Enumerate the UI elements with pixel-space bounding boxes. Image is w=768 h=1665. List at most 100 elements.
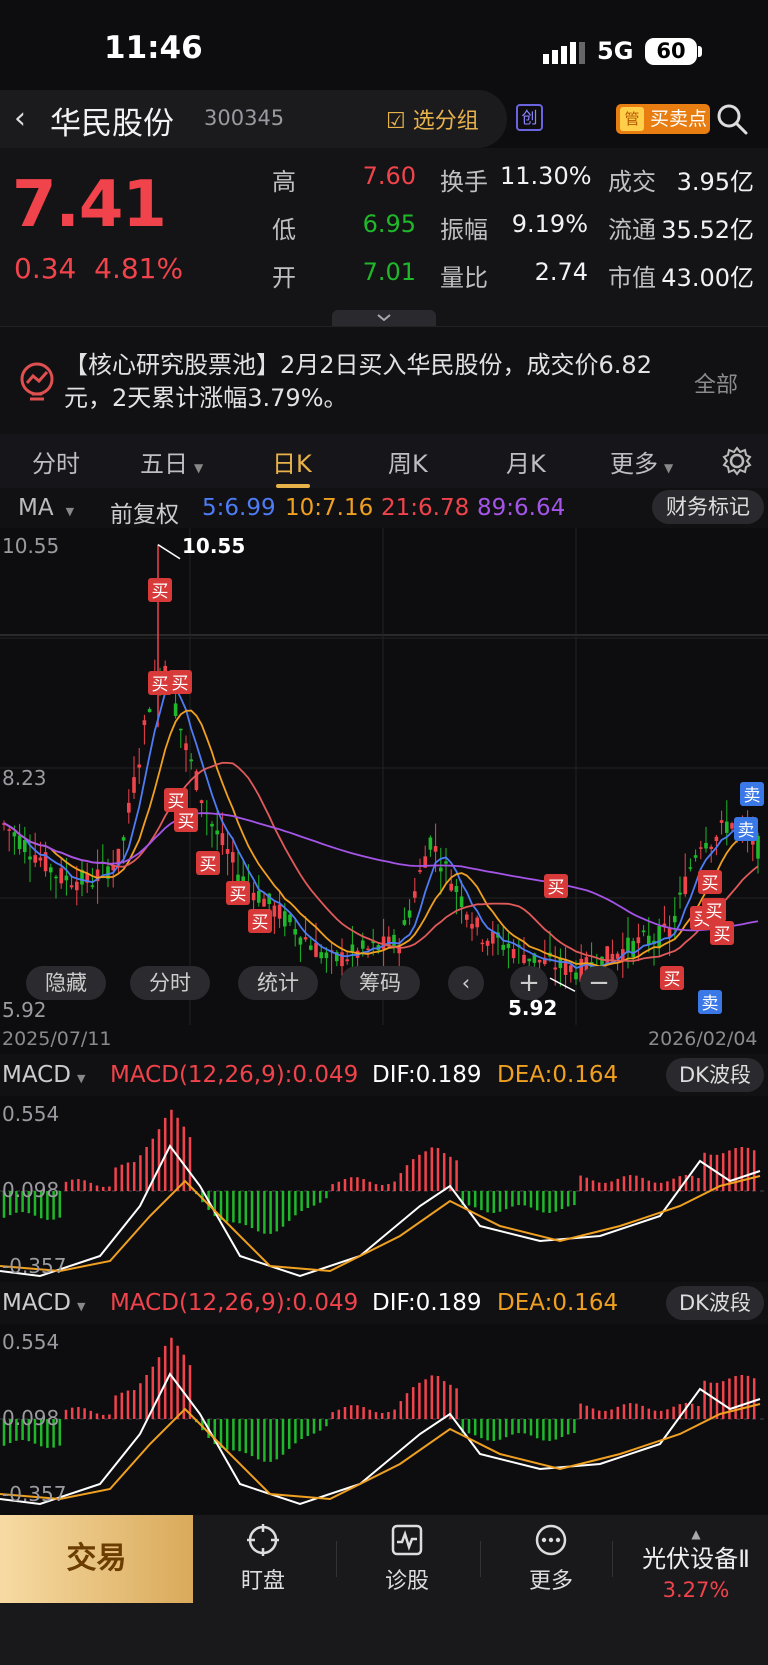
scroll-left-icon[interactable]: ‹ — [448, 966, 484, 1000]
kline-chart[interactable]: 买买买买买买买买买买买买买买卖卖卖 — [0, 528, 768, 1025]
candle-body — [64, 875, 69, 881]
candle-body — [449, 883, 453, 891]
candle-body — [28, 856, 32, 860]
watch-button[interactable]: 盯盘 — [208, 1523, 318, 1595]
statistics-button[interactable]: 统计 — [238, 966, 318, 1000]
buy-marker: 买 — [226, 881, 250, 905]
news-text: 【核心研究股票池】2月2日买入华民股份，成交价6.82元，2天累计涨幅3.79%… — [64, 351, 652, 412]
quote-label: 换手 — [440, 168, 488, 196]
buy-marker-label: 买 — [152, 675, 169, 695]
candle-body — [199, 800, 204, 804]
tab-more[interactable]: 更多 ▼ — [610, 444, 673, 479]
expand-chevron-icon[interactable] — [332, 310, 436, 326]
news-all-link[interactable]: 全部 — [694, 367, 738, 399]
tab-daily-k[interactable]: 日K — [272, 444, 312, 479]
select-group-button[interactable]: ☑ 选分组 — [386, 103, 479, 135]
hide-button[interactable]: 隐藏 — [26, 966, 106, 1000]
trade-button[interactable]: 交易 — [0, 1515, 193, 1603]
more-button[interactable]: 更多 — [496, 1523, 606, 1595]
candle-body — [465, 914, 469, 920]
tab-intraday[interactable]: 分时 — [32, 444, 80, 479]
sector-button[interactable]: ▲ 光伏设备Ⅱ 3.27% — [624, 1528, 768, 1602]
tab-more-label: 更多 — [610, 450, 658, 478]
candle-body — [132, 777, 136, 793]
gear-icon[interactable] — [722, 446, 752, 476]
dk-band-button-2[interactable]: DK波段 — [666, 1286, 764, 1320]
adjust-mode[interactable]: 前复权 — [110, 495, 179, 529]
buy-marker: 买 — [196, 851, 220, 875]
diagnose-button[interactable]: 诊股 — [352, 1523, 462, 1595]
checkbox-icon: ☑ — [386, 109, 406, 134]
zoom-out-icon[interactable]: − — [580, 966, 618, 1000]
buy-marker-label: 买 — [152, 582, 169, 602]
candle-body — [23, 840, 27, 853]
macd2-y-bottom: -0.357 — [2, 1482, 67, 1506]
candle-body — [730, 823, 734, 829]
tab-weekly-k[interactable]: 周K — [388, 444, 428, 479]
candle-body — [283, 911, 287, 927]
candle-body — [220, 833, 225, 846]
crosshair-icon — [247, 1524, 279, 1556]
buy-marker-label: 买 — [200, 855, 217, 875]
sell-marker: 卖 — [740, 782, 764, 806]
select-group-label: 选分组 — [412, 109, 479, 134]
buy-point-tag-icon: 管 — [620, 107, 644, 131]
buy-marker: 买 — [544, 874, 568, 898]
lightbulb-chart-icon — [20, 362, 54, 401]
macd-formula: MACD(12,26,9):0.049 — [110, 1062, 359, 1088]
battery-cap — [698, 46, 702, 57]
candle-body — [7, 829, 11, 831]
macd1-y-bottom: -0.357 — [2, 1254, 67, 1278]
candle-body — [277, 904, 282, 919]
back-icon[interactable]: ‹ — [14, 101, 26, 136]
candle-body — [511, 949, 516, 959]
tab-monthly-k[interactable]: 月K — [506, 444, 546, 479]
divider — [612, 1541, 613, 1577]
candle-body — [17, 835, 22, 850]
buy-marker-label: 买 — [714, 925, 731, 945]
ma89-value: 89:6.64 — [477, 495, 566, 521]
sell-marker: 卖 — [698, 990, 722, 1014]
intraday-button[interactable]: 分时 — [130, 966, 210, 1000]
candle-body — [631, 940, 635, 958]
candle-body — [251, 892, 256, 901]
candle-body — [407, 910, 412, 918]
macd-dea: DEA:0.164 — [497, 1062, 619, 1088]
candle-body — [714, 836, 719, 842]
macd-selector-2[interactable]: MACD ▼ — [2, 1290, 85, 1316]
candle-body — [225, 849, 230, 854]
dea-line — [0, 1403, 761, 1501]
macd1-y-top: 0.554 — [2, 1102, 60, 1126]
quote-panel: 7.41 0.34 4.81% 高 7.60 换手 11.30% 成交 3.95亿低 6.9… — [0, 148, 768, 326]
quote-label: 低 — [272, 216, 296, 244]
dk-band-button[interactable]: DK波段 — [666, 1058, 764, 1092]
candle-body — [127, 802, 131, 813]
candle-body — [38, 857, 43, 861]
candle-body — [709, 846, 713, 849]
chips-button[interactable]: 筹码 — [340, 966, 420, 1000]
tab-five-day[interactable]: 五日 ▼ — [140, 444, 203, 479]
buy-marker: 买 — [248, 909, 272, 933]
macd2-y-top: 0.554 — [2, 1330, 60, 1354]
sell-marker-label: 卖 — [738, 821, 755, 841]
candle-body — [90, 885, 95, 887]
diagnose-label: 诊股 — [384, 1569, 429, 1594]
search-icon[interactable] — [716, 103, 748, 135]
macd-selector[interactable]: MACD ▼ — [2, 1062, 85, 1088]
news-banner[interactable]: 【核心研究股票池】2月2日买入华民股份，成交价6.82元，2天累计涨幅3.79%… — [0, 326, 768, 434]
zoom-in-icon[interactable]: + — [510, 966, 548, 1000]
dropdown-arrow-icon: ▼ — [664, 461, 674, 475]
buy-marker-label: 买 — [230, 885, 247, 905]
candle-body — [418, 870, 422, 872]
candle-body — [704, 842, 708, 849]
change-amount: 0.34 — [14, 252, 77, 285]
finance-mark-button[interactable]: 财务标记 — [652, 490, 764, 524]
buy-sell-point-button[interactable]: 管 买卖点 — [616, 104, 710, 134]
buy-marker-label: 买 — [706, 902, 723, 922]
candle-body — [137, 764, 141, 768]
candle-body — [303, 937, 308, 940]
candle-body — [678, 892, 682, 895]
buy-marker-label: 买 — [252, 913, 269, 933]
ma-selector[interactable]: MA ▼ — [18, 495, 74, 521]
candle-body — [314, 942, 318, 957]
